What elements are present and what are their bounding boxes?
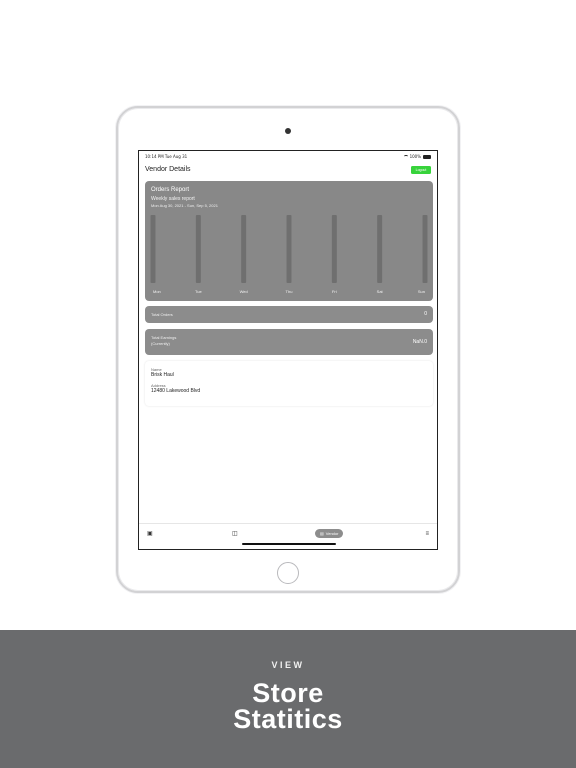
orders-report-card: Orders Report Weekly sales report Mon Au…: [145, 181, 433, 301]
x-tick-label-tue: Tue: [195, 289, 203, 294]
battery-percent: 100%: [409, 154, 421, 159]
logout-button[interactable]: Logout: [411, 166, 431, 174]
home-indicator: [242, 543, 336, 545]
name-value: Brisk Haul: [151, 372, 174, 378]
nav-item-vendor[interactable]: ▤ Vendor: [315, 529, 344, 538]
total-orders-value: 0: [424, 311, 427, 317]
x-tick-label-sat: Sat: [377, 289, 384, 294]
bar-track-wed: [241, 215, 247, 283]
scan-icon[interactable]: ◫: [232, 531, 238, 537]
app-screen: 10:14 PM Tue Aug 31 100% Vendor Details …: [138, 150, 438, 550]
nav-vendor-label: Vendor: [325, 531, 339, 536]
ipad-frame: 10:14 PM Tue Aug 31 100% Vendor Details …: [116, 106, 460, 593]
bar-track-sun: [422, 215, 428, 283]
total-orders-label: Total Orders: [151, 312, 173, 317]
total-earnings-label: Total Earnings: [151, 335, 177, 340]
battery-icon: [423, 154, 431, 159]
wifi-icon: [403, 155, 408, 158]
menu-icon[interactable]: ≡: [425, 531, 429, 537]
bar-track-thu: [286, 215, 292, 283]
store-icon[interactable]: ▣: [147, 531, 153, 537]
bar-track-tue: [195, 215, 201, 283]
bar-track-fri: [331, 215, 337, 283]
banner-heading-line-2: Statitics: [233, 704, 343, 734]
bar-track-mon: [150, 215, 156, 283]
address-value: 12480 Lakewood Blvd: [151, 388, 201, 394]
total-earnings-sublabel: (Currently): [151, 341, 170, 346]
total-orders-row: Total Orders 0: [145, 306, 433, 323]
x-tick-label-thu: Thu: [286, 289, 293, 294]
promo-banner: VIEW Store Statitics: [0, 630, 576, 768]
status-indicators: 100%: [403, 154, 431, 159]
banner-kicker: VIEW: [271, 660, 305, 670]
total-earnings-row: Total Earnings (Currently) NaN.0: [145, 329, 433, 355]
x-tick-label-sun: Sun: [418, 289, 425, 294]
vendor-details-card: Name Brisk Haul Address 12480 Lakewood B…: [145, 361, 433, 406]
home-button[interactable]: [277, 562, 299, 584]
orders-bar-chart: Mon Tue Wed Thu Fri Sat Sun: [150, 215, 428, 294]
x-tick-label-wed: Wed: [240, 289, 248, 294]
total-earnings-value: NaN.0: [412, 339, 427, 345]
bottom-navigation: ▣ ◫ ▤ Vendor ≡: [139, 523, 437, 549]
status-bar: 10:14 PM Tue Aug 31 100%: [139, 151, 437, 161]
page-title: Vendor Details: [145, 166, 191, 173]
status-time: 10:14 PM Tue Aug 31: [145, 154, 188, 159]
vendor-icon: ▤: [320, 531, 324, 536]
camera-icon: [285, 128, 291, 134]
x-tick-label-mon: Mon: [153, 289, 161, 294]
x-tick-label-fri: Fri: [332, 289, 337, 294]
bar-track-sat: [377, 215, 383, 283]
